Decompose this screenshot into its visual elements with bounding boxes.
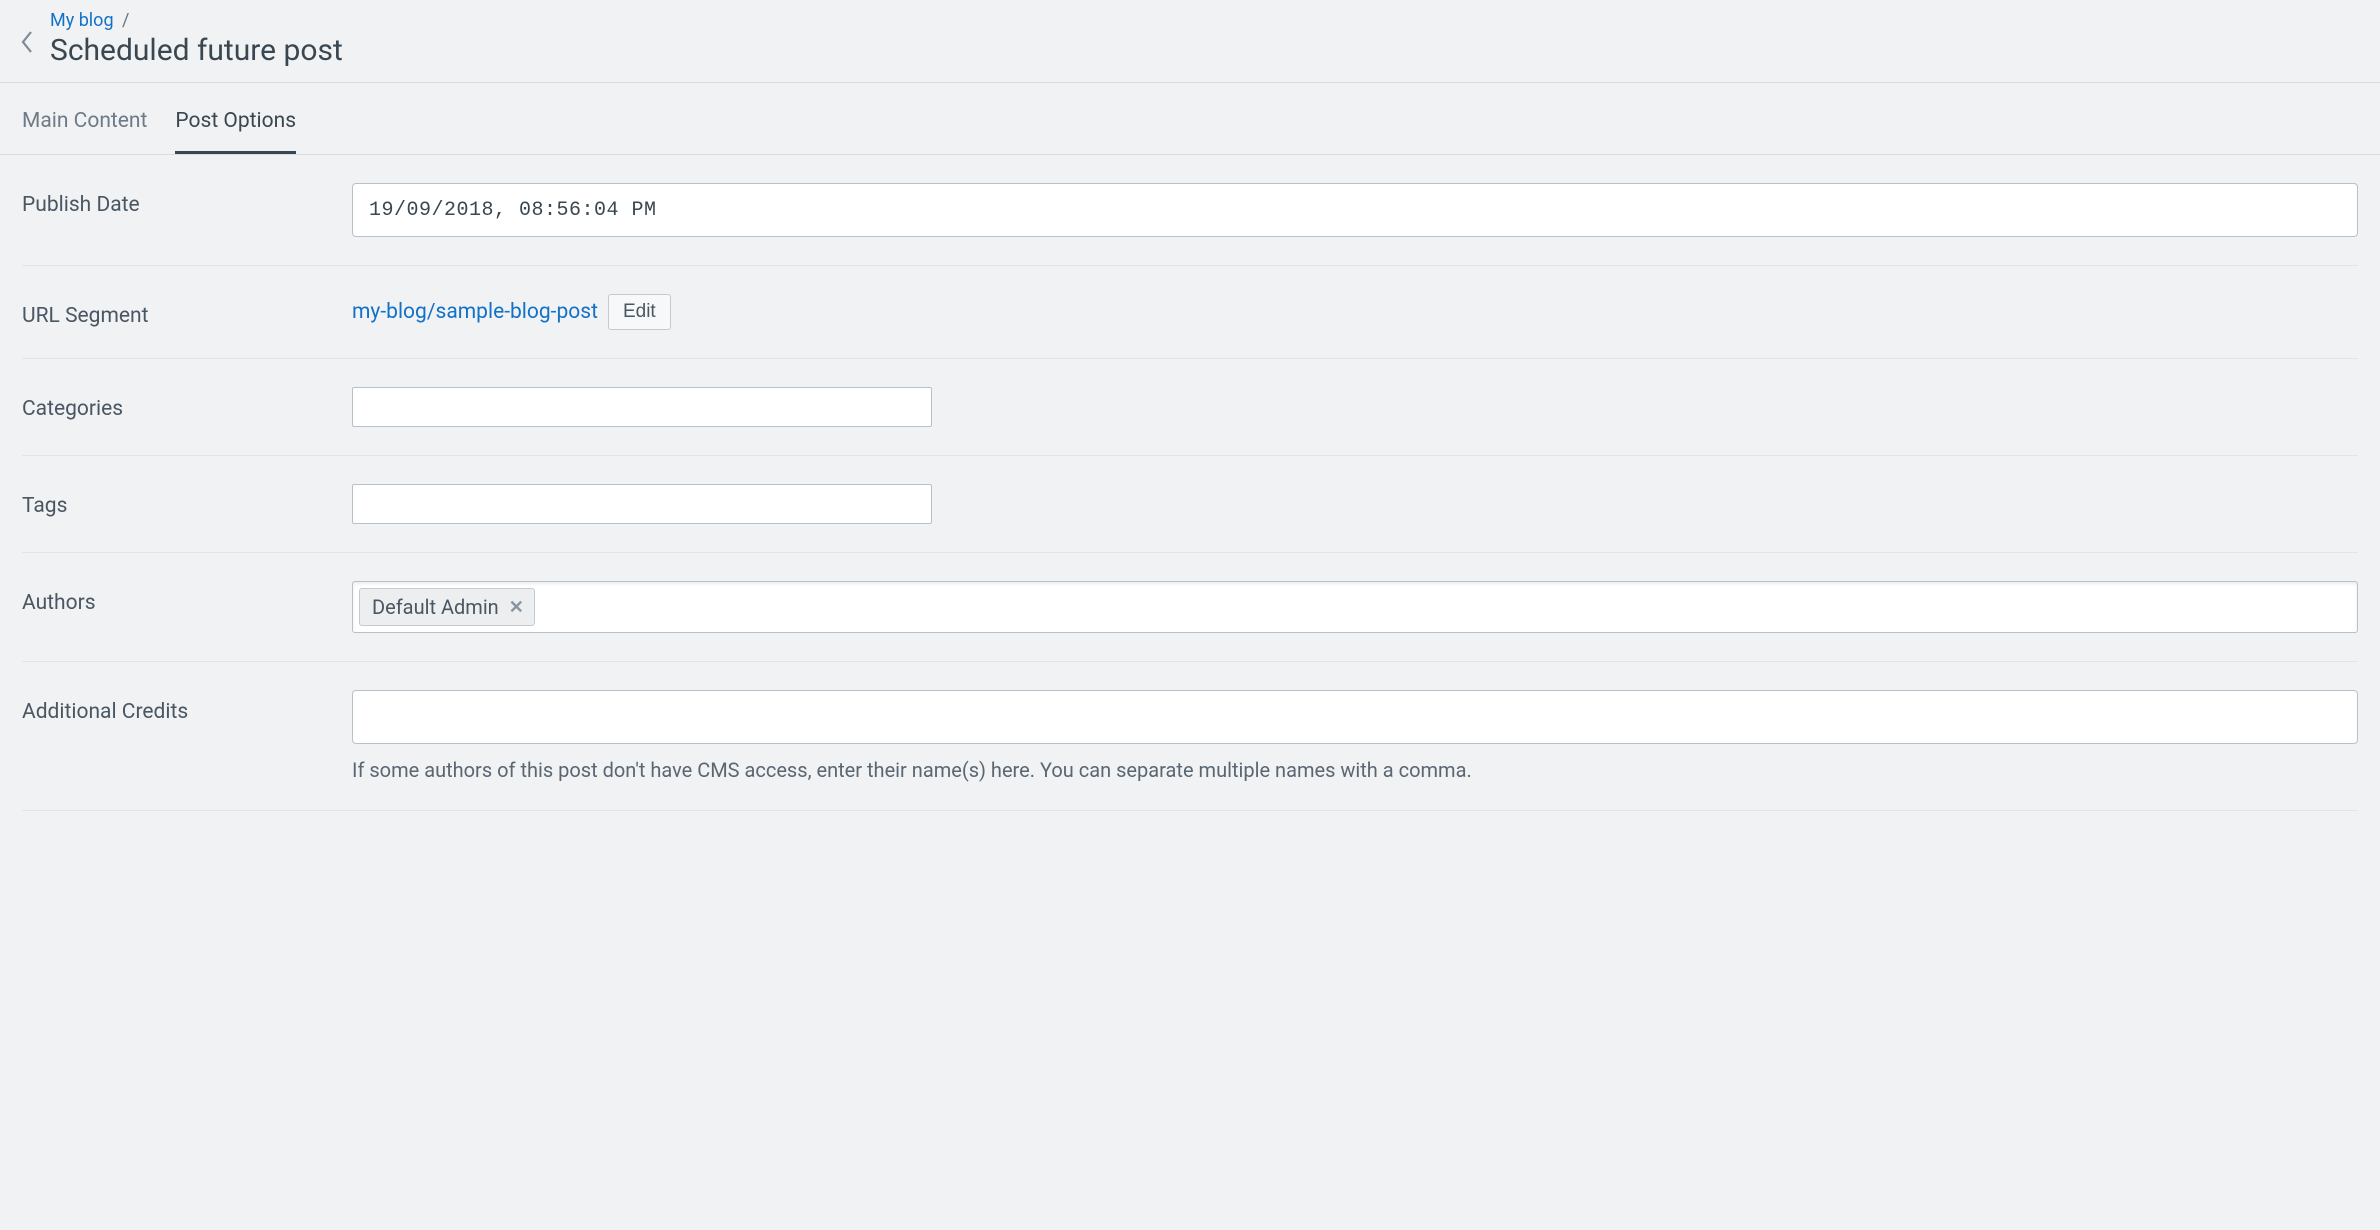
label-url-segment: URL Segment xyxy=(22,294,352,328)
categories-input[interactable] xyxy=(352,387,932,427)
tab-bar: Main Content Post Options xyxy=(0,89,2380,155)
breadcrumb-parent-link[interactable]: My blog xyxy=(50,10,114,31)
author-chip: Default Admin ✕ xyxy=(359,588,535,626)
field-authors: Authors Default Admin ✕ xyxy=(22,553,2358,662)
breadcrumb-separator: / xyxy=(122,10,129,31)
label-categories: Categories xyxy=(22,387,352,421)
field-additional-credits: Additional Credits If some authors of th… xyxy=(22,662,2358,811)
field-categories: Categories xyxy=(22,359,2358,456)
form-post-options: Publish Date URL Segment my-blog/sample-… xyxy=(0,155,2380,811)
field-url-segment: URL Segment my-blog/sample-blog-post Edi… xyxy=(22,266,2358,359)
additional-credits-input[interactable] xyxy=(352,690,2358,744)
label-tags: Tags xyxy=(22,484,352,518)
label-publish-date: Publish Date xyxy=(22,183,352,217)
label-authors: Authors xyxy=(22,581,352,615)
field-publish-date: Publish Date xyxy=(22,155,2358,266)
url-segment-value: my-blog/sample-blog-post xyxy=(352,300,598,324)
label-additional-credits: Additional Credits xyxy=(22,690,352,724)
author-chip-label: Default Admin xyxy=(372,595,499,619)
field-tags: Tags xyxy=(22,456,2358,553)
edit-url-button[interactable]: Edit xyxy=(608,294,671,330)
breadcrumb: My blog / xyxy=(50,10,343,31)
page-header: My blog / Scheduled future post xyxy=(0,0,2380,83)
chevron-left-icon xyxy=(20,30,34,54)
page-title: Scheduled future post xyxy=(50,33,343,68)
authors-input[interactable]: Default Admin ✕ xyxy=(352,581,2358,633)
remove-chip-icon[interactable]: ✕ xyxy=(509,597,524,618)
publish-date-input[interactable] xyxy=(352,183,2358,237)
tags-input[interactable] xyxy=(352,484,932,524)
additional-credits-help: If some authors of this post don't have … xyxy=(352,758,2358,782)
tab-post-options[interactable]: Post Options xyxy=(175,89,296,154)
tab-main-content[interactable]: Main Content xyxy=(22,89,147,154)
back-button[interactable] xyxy=(20,30,34,54)
